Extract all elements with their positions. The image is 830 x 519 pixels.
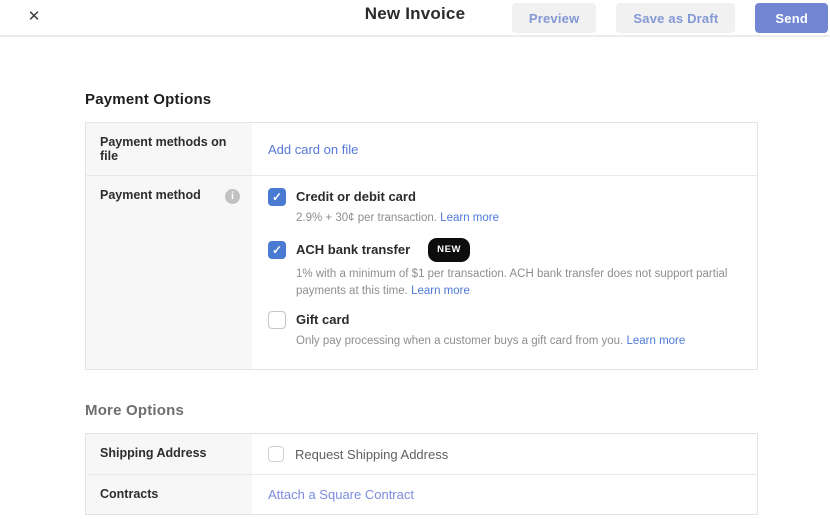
add-card-on-file-link[interactable]: Add card on file — [268, 142, 358, 157]
payment-method-options: ✓ Credit or debit card 2.9% + 30¢ per tr… — [252, 176, 757, 369]
description-text: Only pay processing when a customer buys… — [296, 335, 624, 347]
table-row-methods-on-file: Payment methods on file Add card on file — [86, 123, 757, 175]
check-icon: ✓ — [271, 190, 283, 204]
description-text: 1% with a minimum of $1 per transaction.… — [296, 268, 728, 297]
payment-method-label: Payment method — [100, 188, 201, 202]
preview-button[interactable]: Preview — [511, 3, 597, 33]
request-shipping-checkbox[interactable]: ✓ — [268, 446, 284, 462]
methods-on-file-label: Payment methods on file — [86, 123, 252, 175]
learn-more-link[interactable]: Learn more — [626, 335, 685, 347]
option-head: ✓ Credit or debit card — [268, 188, 741, 206]
option-description: 1% with a minimum of $1 per transaction.… — [296, 266, 741, 300]
option-gift-card: ✓ Gift card Only pay processing when a c… — [268, 311, 741, 350]
shipping-address-value: ✓ Request Shipping Address — [252, 434, 757, 474]
main-content: Payment Options Payment methods on file … — [0, 91, 830, 515]
option-credit-debit-card: ✓ Credit or debit card 2.9% + 30¢ per tr… — [268, 188, 741, 227]
credit-debit-checkbox[interactable]: ✓ — [268, 188, 286, 206]
request-shipping-label: Request Shipping Address — [295, 446, 449, 462]
check-icon: ✓ — [271, 243, 283, 257]
option-label: Gift card — [296, 312, 350, 327]
header-actions: Preview Save as Draft Send — [511, 3, 828, 33]
shipping-address-label: Shipping Address — [86, 434, 252, 474]
learn-more-link[interactable]: Learn more — [411, 285, 470, 297]
payment-options-heading: Payment Options — [85, 91, 212, 108]
payment-method-label-cell: Payment method i — [86, 176, 252, 369]
save-as-draft-button[interactable]: Save as Draft — [616, 3, 736, 33]
more-options-table: Shipping Address ✓ Request Shipping Addr… — [85, 433, 758, 515]
option-label: ACH bank transfer — [296, 242, 411, 257]
more-options-heading: More Options — [85, 402, 185, 419]
table-row-shipping-address: Shipping Address ✓ Request Shipping Addr… — [86, 434, 757, 474]
info-icon[interactable]: i — [225, 189, 240, 204]
payment-options-table: Payment methods on file Add card on file… — [85, 122, 758, 370]
table-row-contracts: Contracts Attach a Square Contract — [86, 474, 757, 514]
contracts-value: Attach a Square Contract — [252, 475, 757, 514]
option-description: 2.9% + 30¢ per transaction. Learn more — [296, 210, 741, 227]
option-ach-bank-transfer: ✓ ACH bank transfer NEW 1% with a minimu… — [268, 238, 741, 300]
header-bar: ✕ New Invoice Preview Save as Draft Send — [0, 0, 830, 37]
option-description: Only pay processing when a customer buys… — [296, 333, 741, 350]
table-row-payment-method: Payment method i ✓ Credit or debit card … — [86, 175, 757, 369]
learn-more-link[interactable]: Learn more — [440, 212, 499, 224]
send-button[interactable]: Send — [755, 3, 828, 33]
option-head: ✓ Gift card — [268, 311, 741, 329]
methods-on-file-value: Add card on file — [252, 123, 757, 175]
description-text: 2.9% + 30¢ per transaction. — [296, 212, 437, 224]
option-label: Credit or debit card — [296, 189, 416, 204]
attach-square-contract-link[interactable]: Attach a Square Contract — [268, 487, 414, 502]
option-head: ✓ ACH bank transfer NEW — [268, 238, 741, 262]
contracts-label: Contracts — [86, 475, 252, 514]
gift-card-checkbox[interactable]: ✓ — [268, 311, 286, 329]
new-badge: NEW — [428, 238, 471, 262]
ach-checkbox[interactable]: ✓ — [268, 241, 286, 259]
